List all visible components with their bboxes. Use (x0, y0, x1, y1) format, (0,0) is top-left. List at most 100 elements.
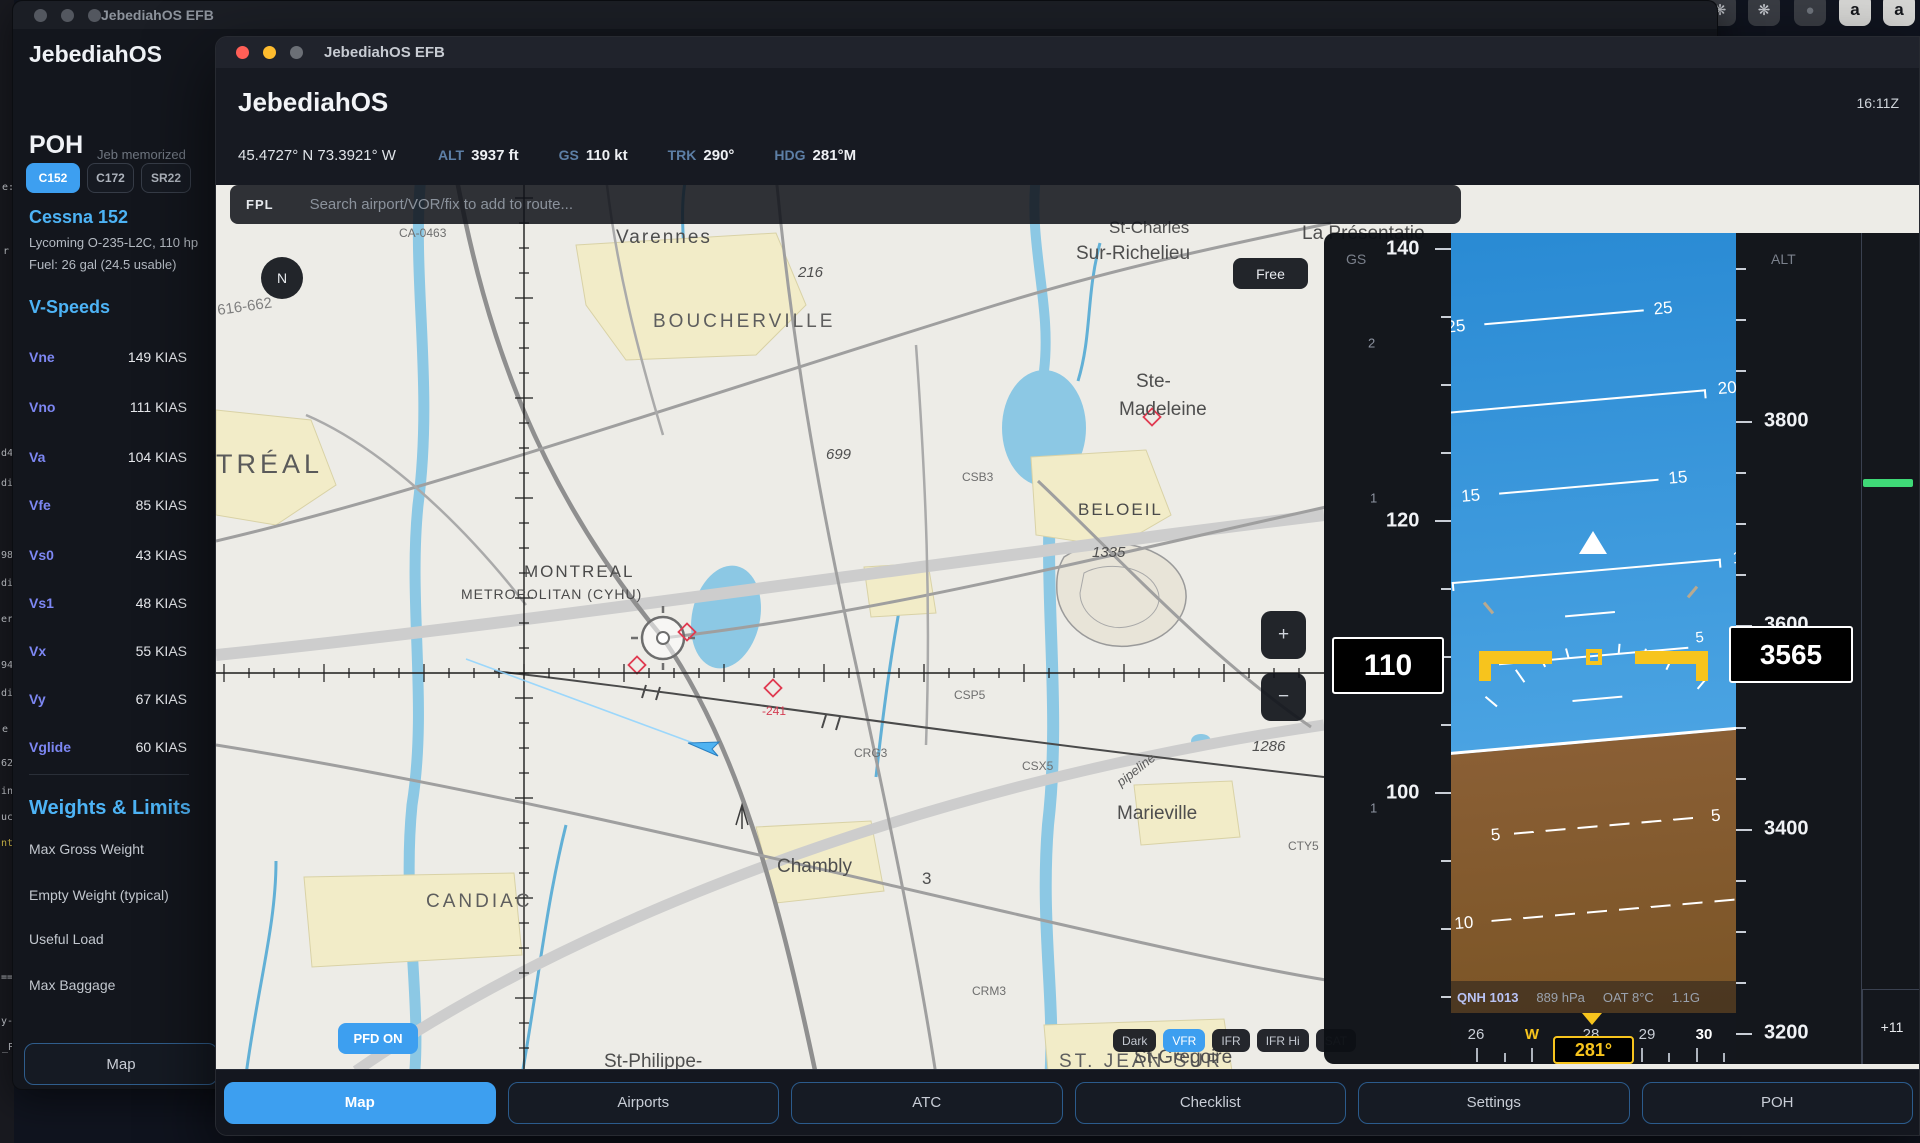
amazon-icon[interactable]: a (1883, 0, 1915, 26)
close-icon[interactable] (34, 9, 47, 22)
chip-label: Dark (1122, 1034, 1147, 1048)
efb-window[interactable]: JebediahOS EFB JebediahOS 16:11Z 45.4727… (215, 36, 1920, 1136)
speed-tick-label: 100 (1386, 782, 1419, 805)
map-label: BOUCHERVILLE (653, 311, 835, 332)
aircraft-tab-c172[interactable]: C172 (87, 163, 134, 193)
minimize-icon[interactable] (263, 46, 276, 59)
airspeed-readout: 110 (1332, 637, 1444, 694)
amazon-icon[interactable]: a (1839, 0, 1871, 26)
bottom-nav: Map Airports ATC Checklist Settings POH (216, 1069, 1920, 1135)
background-window-titlebar[interactable]: JebediahOS EFB (13, 1, 1717, 29)
code-fragment: r (3, 246, 9, 257)
oat-value: OAT 8°C (1603, 990, 1654, 1005)
altitude-value: 3565 (1760, 639, 1822, 671)
vspeed-row: Va 104 KIAS (29, 449, 187, 465)
divider (29, 774, 189, 775)
chip-label: IFR Hi (1266, 1034, 1300, 1048)
tab-checklist[interactable]: Checklist (1075, 1082, 1347, 1124)
map-label: 3 (922, 869, 931, 888)
vspeed-label: Vs0 (29, 547, 54, 563)
aircraft-center-symbol (1586, 649, 1602, 665)
heading-tick-label: 30 (1696, 1026, 1713, 1043)
map-label: CANDIAC (426, 891, 533, 912)
map-label: CRG3 (854, 746, 888, 760)
vspeed-value: 104 KIAS (128, 449, 187, 465)
trk-value: 290° (703, 147, 734, 164)
map-label: CSB3 (962, 470, 994, 484)
map-label: CA-0463 (399, 226, 447, 240)
minimize-icon[interactable] (61, 9, 74, 22)
layer-ifrhi-button[interactable]: IFR Hi (1257, 1029, 1309, 1052)
vspeed-row: Vy67 KIAS (29, 691, 187, 707)
openai-icon[interactable]: ❋ (1748, 0, 1780, 26)
vsi-tick-label: 1 (1370, 801, 1377, 816)
aircraft-tab-sr22[interactable]: SR22 (141, 163, 191, 193)
vspeed-row: Vs043 KIAS (29, 547, 187, 563)
gs-label: GS (559, 147, 579, 163)
close-icon[interactable] (236, 46, 249, 59)
zoom-icon[interactable] (88, 9, 101, 22)
vspeed-label: Vglide (29, 739, 71, 755)
tab-atc[interactable]: ATC (791, 1082, 1063, 1124)
map-mode-free-button[interactable]: Free (1233, 258, 1308, 289)
vsi-trend-bar (1863, 479, 1913, 487)
qnh-value: QNH 1013 (1457, 990, 1518, 1005)
weight-row-label: Max Gross Weight (29, 841, 144, 857)
map-label: CSX5 (1022, 759, 1054, 773)
vspeed-row: Vx55 KIAS (29, 643, 187, 659)
background-map-button[interactable]: Map (24, 1043, 218, 1085)
tab-label: C152 (39, 171, 68, 185)
page-title: JebediahOS (238, 87, 388, 118)
layer-vfr-button[interactable]: VFR (1163, 1029, 1205, 1052)
tab-label: SR22 (151, 171, 181, 185)
vspeed-label: Va (29, 449, 45, 465)
vspeed-row: Vglide60 KIAS (29, 739, 187, 755)
map-label: Ste- (1136, 371, 1171, 392)
map-label: BELOEIL (1078, 500, 1163, 519)
poh-section-title: POH (29, 131, 83, 160)
map-label: St-Philippe- (604, 1051, 702, 1071)
map-label: Varennes (616, 227, 712, 248)
attitude-indicator: 25 25 20 15 15 10 10 5 5 5 5 (1451, 233, 1736, 1064)
alt-tick-label: 3200 (1764, 1022, 1809, 1045)
alt-tick-label: 3400 (1764, 818, 1809, 841)
tab-map[interactable]: Map (224, 1082, 496, 1124)
vsi-readout: +11 (1862, 989, 1920, 1064)
zoom-out-button[interactable]: − (1261, 673, 1306, 721)
tab-label: POH (1761, 1094, 1794, 1111)
route-search-input[interactable] (310, 196, 1461, 213)
zoom-icon[interactable] (290, 46, 303, 59)
map-label: Madeleine (1119, 399, 1207, 420)
sidebar-app-title: JebediahOS (29, 41, 162, 68)
fpl-search-bar[interactable]: FPL (230, 185, 1461, 224)
north-icon: N (277, 270, 287, 286)
layer-dark-button[interactable]: Dark (1113, 1029, 1156, 1052)
aircraft-tab-c152[interactable]: C152 (26, 163, 80, 193)
chip-label: IFR (1221, 1034, 1240, 1048)
vspeed-row: Vs148 KIAS (29, 595, 187, 611)
tab-label: Settings (1467, 1094, 1521, 1111)
plus-icon: + (1278, 624, 1289, 646)
tab-poh[interactable]: POH (1642, 1082, 1914, 1124)
map-label: -241 (762, 704, 786, 718)
tab-settings[interactable]: Settings (1358, 1082, 1630, 1124)
titlebar[interactable]: JebediahOS EFB (216, 37, 1919, 68)
circle-app-icon[interactable]: ● (1794, 0, 1826, 26)
pfd-panel: GS 140 120 100 110 25 25 20 15 15 (1324, 233, 1920, 1064)
map-label: Marieville (1117, 803, 1197, 824)
north-up-button[interactable]: N (261, 257, 303, 299)
layer-ifr-button[interactable]: IFR (1212, 1029, 1249, 1052)
window-title: JebediahOS EFB (101, 7, 214, 23)
alt-label: ALT (438, 147, 464, 163)
pfd-toggle-button[interactable]: PFD ON (338, 1023, 418, 1054)
chip-label: VFR (1172, 1034, 1196, 1048)
tab-airports[interactable]: Airports (508, 1082, 780, 1124)
gs-value: 110 kt (586, 147, 628, 164)
map-label: 216 (797, 264, 824, 281)
vspeed-row: Vne149 KIAS (29, 349, 187, 365)
altitude-readout: 3565 (1729, 626, 1853, 683)
heading-tick-label: 29 (1639, 1026, 1656, 1043)
gload-value: 1.1G (1672, 990, 1700, 1005)
zoom-in-button[interactable]: + (1261, 611, 1306, 659)
track-vector (466, 659, 704, 747)
